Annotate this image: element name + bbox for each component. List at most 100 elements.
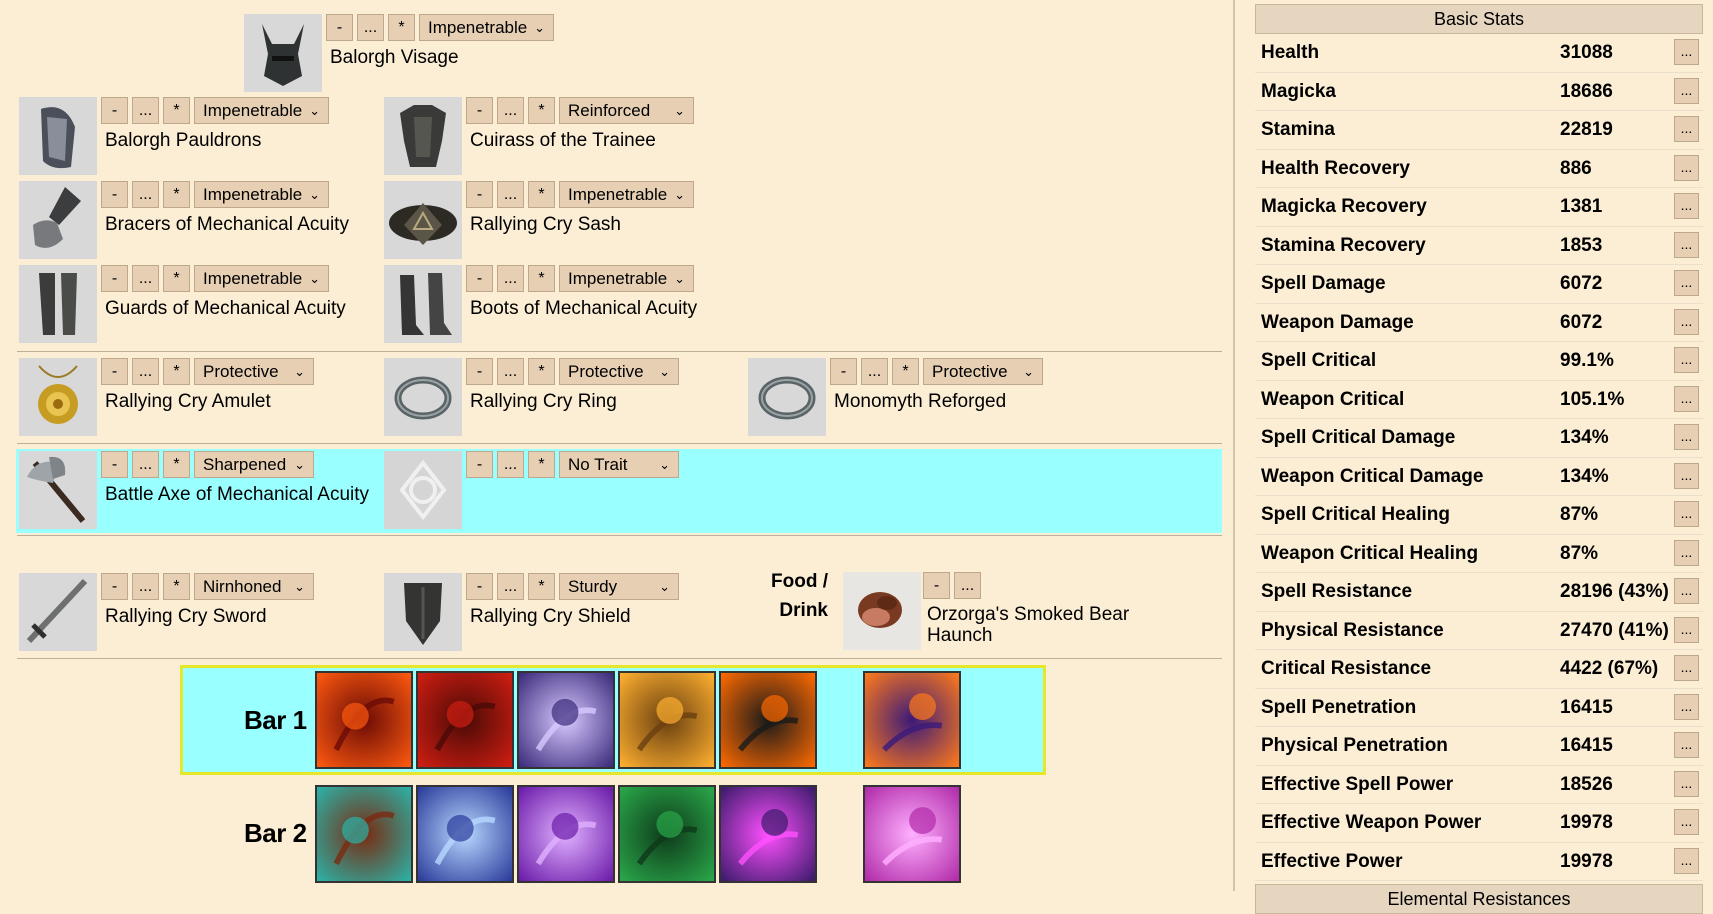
more-button[interactable]: ... xyxy=(861,358,888,385)
more-button[interactable]: ... xyxy=(132,97,159,124)
stat-details-button[interactable]: ... xyxy=(1674,385,1699,412)
remove-button[interactable]: - xyxy=(101,573,128,600)
more-button[interactable]: ... xyxy=(497,451,524,478)
stat-details-button[interactable]: ... xyxy=(1674,770,1699,797)
stat-details-button[interactable]: ... xyxy=(1674,270,1699,296)
more-button[interactable]: ... xyxy=(497,573,524,600)
trait-dropdown[interactable]: Protective ⌄ xyxy=(559,358,679,385)
stat-details-button[interactable]: ... xyxy=(1674,462,1699,489)
stat-details-button[interactable]: ... xyxy=(1674,154,1699,181)
stat-details-button[interactable]: ... xyxy=(1674,308,1699,335)
remove-button[interactable]: - xyxy=(101,97,128,124)
arcane-burst-icon[interactable] xyxy=(863,785,961,883)
enchant-button[interactable]: * xyxy=(528,97,555,124)
stat-details-button[interactable]: ... xyxy=(1674,39,1699,65)
trait-dropdown[interactable]: Protective ⌄ xyxy=(923,358,1043,385)
remove-button[interactable]: - xyxy=(101,358,128,385)
stat-details-button[interactable]: ... xyxy=(1674,77,1699,104)
stat-details-button[interactable]: ... xyxy=(1674,655,1699,681)
stat-details-button[interactable]: ... xyxy=(1674,539,1699,566)
enchant-button[interactable]: * xyxy=(163,265,190,292)
fire-ring-icon[interactable] xyxy=(719,671,817,769)
stat-details-button[interactable]: ... xyxy=(1674,847,1699,874)
enchant-button[interactable]: * xyxy=(163,97,190,124)
magenta-slash-icon[interactable] xyxy=(719,785,817,883)
remove-button[interactable]: - xyxy=(466,573,493,600)
remove-button[interactable]: - xyxy=(101,451,128,478)
ultimate-leap-icon[interactable] xyxy=(863,671,961,769)
gear-slot-off1[interactable]: -... * No Trait ⌄ xyxy=(384,451,734,531)
trait-dropdown[interactable]: Impenetrable ⌄ xyxy=(559,181,694,208)
stat-details-button[interactable]: ... xyxy=(1674,116,1699,142)
remove-button[interactable]: - xyxy=(466,451,493,478)
trait-dropdown[interactable]: Impenetrable ⌄ xyxy=(419,14,554,41)
fire-fist-icon[interactable] xyxy=(315,671,413,769)
dark-mage-icon[interactable] xyxy=(517,671,615,769)
trait-dropdown[interactable]: Impenetrable ⌄ xyxy=(194,97,329,124)
more-button[interactable]: ... xyxy=(132,358,159,385)
lightning-mage-icon[interactable] xyxy=(416,785,514,883)
stat-details-button[interactable]: ... xyxy=(1674,193,1699,219)
enchant-button[interactable]: * xyxy=(163,358,190,385)
winged-warrior-icon[interactable] xyxy=(618,671,716,769)
gear-slot-ring1[interactable]: -... * Protective ⌄ Rallying Cry Ring xyxy=(384,358,734,438)
gear-slot-off2[interactable]: -... * Sturdy ⌄ Rallying Cry Shield xyxy=(384,573,734,653)
gear-slot-legs[interactable]: -... * Impenetrable ⌄ Guards of Mechanical A… xyxy=(19,265,369,345)
more-button[interactable]: ... xyxy=(497,265,524,292)
remove-button[interactable]: - xyxy=(101,265,128,292)
gear-slot-main2[interactable]: -... * Nirnhoned ⌄ Rallying Cry Sword xyxy=(19,573,369,653)
remove-button[interactable]: - xyxy=(101,181,128,208)
green-spirit-icon[interactable] xyxy=(618,785,716,883)
remove-button[interactable]: - xyxy=(326,14,353,41)
stat-details-button[interactable]: ... xyxy=(1674,578,1699,604)
stat-details-button[interactable]: ... xyxy=(1674,809,1699,835)
remove-button[interactable]: - xyxy=(466,97,493,124)
enchant-button[interactable]: * xyxy=(163,451,190,478)
enchant-button[interactable]: * xyxy=(528,573,555,600)
gear-slot-shoulders[interactable]: -... * Impenetrable ⌄ Balorgh Pauldrons xyxy=(19,97,369,177)
trait-dropdown[interactable]: No Trait ⌄ xyxy=(559,451,679,478)
gear-slot-waist[interactable]: -... * Impenetrable ⌄ Rallying Cry Sash xyxy=(384,181,734,261)
remove-button[interactable]: - xyxy=(923,572,950,599)
more-button[interactable]: ... xyxy=(132,265,159,292)
more-button[interactable]: ... xyxy=(357,14,384,41)
elemental-resistances-header[interactable]: Elemental Resistances xyxy=(1255,884,1703,914)
trait-dropdown[interactable]: Impenetrable ⌄ xyxy=(559,265,694,292)
more-button[interactable]: ... xyxy=(132,181,159,208)
gear-slot-ring2[interactable]: -... * Protective ⌄ Monomyth Reforged xyxy=(748,358,1098,438)
food-slot[interactable]: - ... Orzorga's Smoked Bear Haunch xyxy=(843,572,1163,652)
gear-slot-neck[interactable]: -... * Protective ⌄ Rallying Cry Amulet xyxy=(19,358,369,438)
more-button[interactable]: ... xyxy=(497,97,524,124)
gear-slot-main1[interactable]: -... * Sharpened ⌄ Battle Axe of Mechanical … xyxy=(19,451,369,531)
trait-dropdown[interactable]: Protective ⌄ xyxy=(194,358,314,385)
remove-button[interactable]: - xyxy=(466,358,493,385)
purple-aura-icon[interactable] xyxy=(517,785,615,883)
stat-details-button[interactable]: ... xyxy=(1674,693,1699,720)
gear-slot-hands[interactable]: -... * Impenetrable ⌄ Bracers of Mechanical … xyxy=(19,181,369,261)
enchant-button[interactable]: * xyxy=(528,451,555,478)
enchant-button[interactable]: * xyxy=(163,181,190,208)
trait-dropdown[interactable]: Sturdy ⌄ xyxy=(559,573,679,600)
stat-details-button[interactable]: ... xyxy=(1674,424,1699,450)
enchant-button[interactable]: * xyxy=(528,358,555,385)
trait-dropdown[interactable]: Nirnhoned ⌄ xyxy=(194,573,314,600)
stat-details-button[interactable]: ... xyxy=(1674,231,1699,258)
gear-slot-head[interactable]: -... * Impenetrable ⌄ Balorgh Visage xyxy=(244,14,594,94)
stat-details-button[interactable]: ... xyxy=(1674,347,1699,373)
remove-button[interactable]: - xyxy=(830,358,857,385)
trait-dropdown[interactable]: Reinforced ⌄ xyxy=(559,97,694,124)
stat-details-button[interactable]: ... xyxy=(1674,732,1699,758)
crossed-blades-icon[interactable] xyxy=(416,671,514,769)
stat-details-button[interactable]: ... xyxy=(1674,501,1699,527)
gear-slot-chest[interactable]: -... * Reinforced ⌄ Cuirass of the Trainee xyxy=(384,97,734,177)
remove-button[interactable]: - xyxy=(466,181,493,208)
more-button[interactable]: ... xyxy=(497,181,524,208)
trait-dropdown[interactable]: Impenetrable ⌄ xyxy=(194,181,329,208)
trait-dropdown[interactable]: Impenetrable ⌄ xyxy=(194,265,329,292)
more-button[interactable]: ... xyxy=(497,358,524,385)
enchant-button[interactable]: * xyxy=(528,181,555,208)
more-button[interactable]: ... xyxy=(954,572,981,599)
remove-button[interactable]: - xyxy=(466,265,493,292)
trait-dropdown[interactable]: Sharpened ⌄ xyxy=(194,451,314,478)
more-button[interactable]: ... xyxy=(132,451,159,478)
